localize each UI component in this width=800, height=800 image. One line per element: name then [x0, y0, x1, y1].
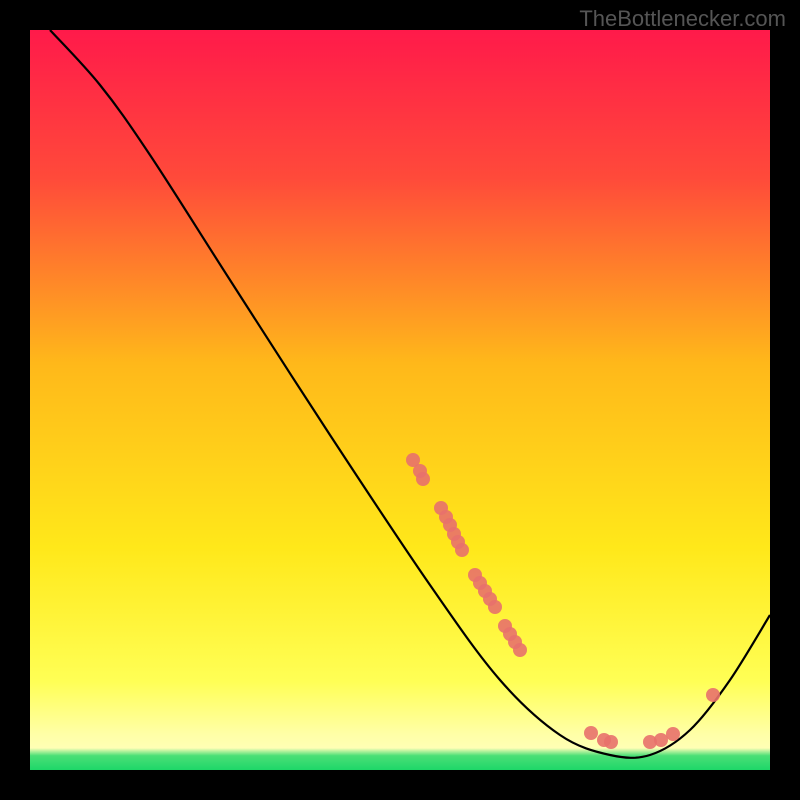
data-marker — [706, 688, 720, 702]
data-marker — [666, 727, 680, 741]
data-markers — [406, 453, 720, 749]
chart-container: TheBottlenecker.com — [0, 0, 800, 800]
data-marker — [455, 543, 469, 557]
bottleneck-curve — [50, 30, 770, 758]
plot-area — [30, 30, 770, 770]
data-marker — [416, 472, 430, 486]
data-marker — [654, 733, 668, 747]
data-marker — [604, 735, 618, 749]
data-marker — [584, 726, 598, 740]
data-marker — [513, 643, 527, 657]
watermark-text: TheBottlenecker.com — [579, 6, 786, 32]
curve-layer — [30, 30, 770, 770]
data-marker — [488, 600, 502, 614]
